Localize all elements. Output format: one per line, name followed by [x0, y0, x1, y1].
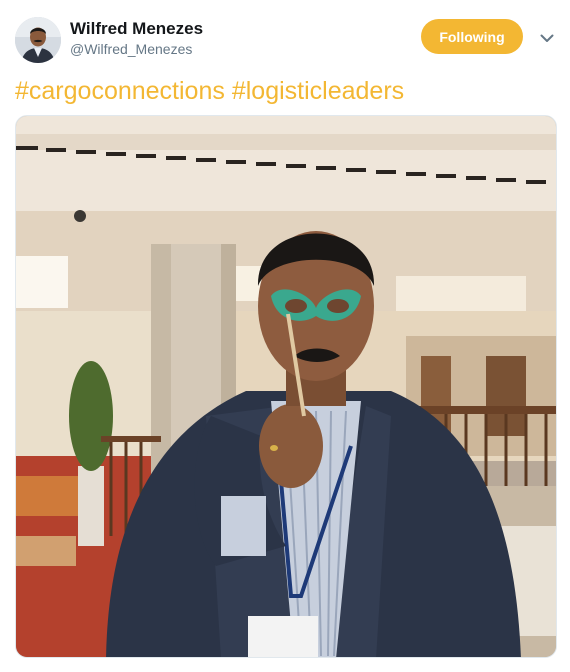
author-handle[interactable]: @Wilfred_Menezes — [70, 41, 192, 57]
tweet-photo[interactable] — [15, 115, 557, 658]
hashtag-link[interactable]: #cargoconnections — [15, 77, 225, 105]
tweet-card: Wilfred Menezes @Wilfred_Menezes Followi… — [0, 0, 570, 672]
author-display-name[interactable]: Wilfred Menezes — [70, 19, 203, 39]
following-button[interactable]: Following — [421, 19, 523, 54]
chevron-down-icon[interactable] — [537, 28, 557, 48]
avatar[interactable] — [15, 17, 61, 63]
tweet-text: #cargoconnections #logisticleaders — [15, 75, 404, 107]
hashtag-link[interactable]: #logisticleaders — [232, 77, 404, 105]
